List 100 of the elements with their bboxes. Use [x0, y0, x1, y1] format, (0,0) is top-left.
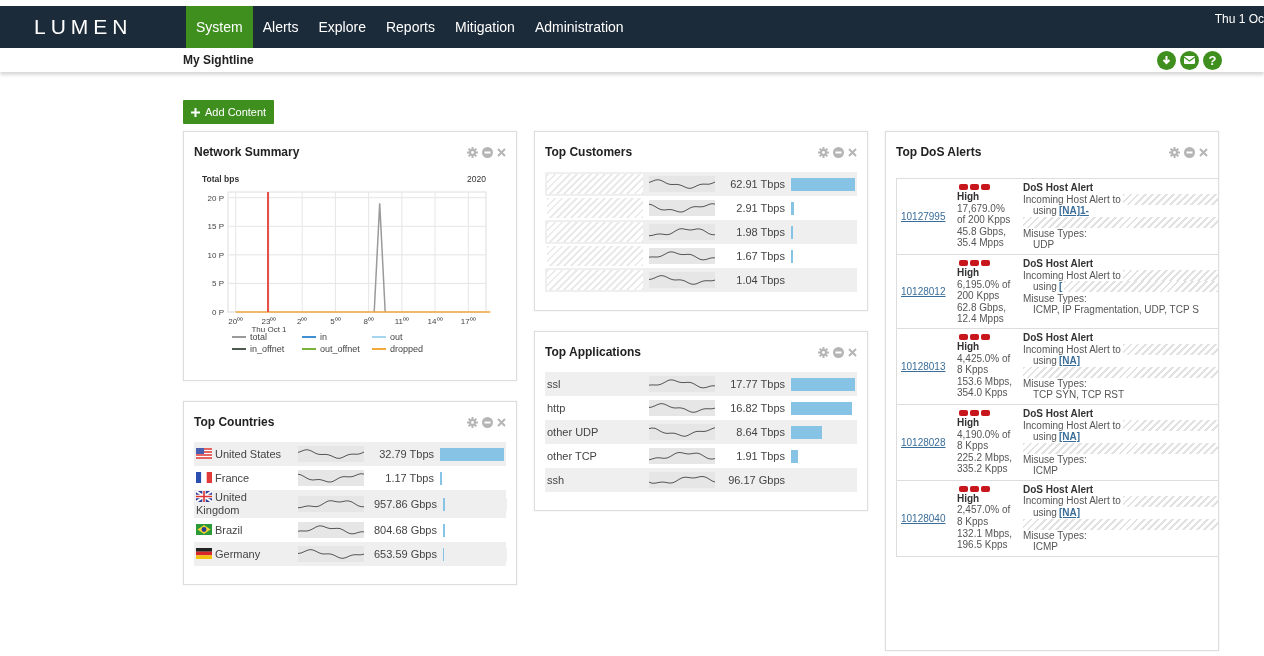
sparkline	[649, 200, 715, 216]
row-name: other TCP	[547, 449, 598, 463]
download-button[interactable]	[1157, 50, 1176, 70]
alert-target: Incoming Host Alert to	[1023, 269, 1121, 282]
nav-tab[interactable]: System	[186, 6, 253, 48]
flag-icon	[196, 447, 212, 459]
minimize-icon[interactable]	[833, 146, 844, 158]
row-value: 96.17 Gbps	[727, 474, 785, 486]
row-name: France	[196, 471, 292, 485]
widget-title: Top Customers	[545, 145, 633, 159]
alert-link[interactable]: [NA]	[1058, 431, 1080, 443]
minimize-icon[interactable]	[482, 416, 493, 428]
misuse-label: Misuse Types:	[1023, 227, 1088, 240]
alert-stat: 132.1 Mbps,	[957, 527, 1014, 540]
close-icon[interactable]	[848, 147, 857, 157]
severity-label: High	[957, 191, 981, 203]
alert-link[interactable]: [NA]	[1058, 355, 1080, 367]
widget-title: Network Summary	[194, 145, 300, 159]
misuse-label: Misuse Types:	[1023, 377, 1088, 390]
alert-id-link[interactable]: 10128012	[901, 285, 957, 298]
misuse-label: Misuse Types:	[1023, 529, 1088, 542]
alert-type: DoS Host Alert	[1023, 257, 1095, 270]
alert-link[interactable]: [	[1058, 281, 1063, 293]
minimize-icon[interactable]	[833, 346, 844, 358]
alert-stat: 8 Kpps	[957, 364, 990, 376]
close-icon[interactable]	[497, 417, 506, 427]
close-icon[interactable]	[848, 347, 857, 357]
alert-stat: 153.6 Mbps,	[957, 375, 1014, 388]
alert-stat: 335.2 Kpps	[957, 463, 1009, 475]
plus-icon	[191, 107, 200, 117]
sparkline	[649, 448, 715, 464]
close-icon[interactable]	[1199, 147, 1208, 157]
minimize-icon[interactable]	[482, 146, 493, 158]
sparkline	[298, 496, 364, 512]
row-name: http	[547, 401, 567, 415]
axis-title: Total bps	[202, 174, 240, 184]
settings-icon[interactable]	[467, 146, 478, 158]
axis-label: 0 P	[212, 308, 224, 317]
nav-tab[interactable]: Explore	[308, 6, 376, 48]
settings-icon[interactable]	[467, 416, 478, 428]
row-value: 1.04 Tbps	[735, 274, 785, 286]
misuse-label: Misuse Types:	[1023, 453, 1088, 466]
legend-label: out	[390, 332, 403, 342]
misuse-types: ICMP	[1032, 541, 1059, 553]
axis-label: 2⁰⁰	[296, 317, 308, 326]
envelope-icon	[1184, 56, 1195, 64]
alert-stat: 6,195.0% of	[957, 278, 1012, 291]
alert-stat: 200 Kpps	[957, 290, 1001, 302]
alert-stat: 4,190.0% of	[957, 428, 1012, 441]
alert-link[interactable]: [NA]1-	[1058, 205, 1089, 217]
widget-title: Top DoS Alerts	[896, 145, 982, 159]
nav-tab[interactable]: Alerts	[252, 6, 309, 48]
settings-icon[interactable]	[818, 346, 829, 358]
minimize-icon[interactable]	[1184, 146, 1195, 158]
axis-label: 8⁰⁰	[363, 317, 374, 326]
alert-stat: of 200 Kpps	[957, 214, 1012, 226]
alert-stat: 45.8 Gbps,	[957, 225, 1007, 238]
alert-id-link[interactable]: 10127995	[901, 210, 957, 223]
row-name: United States	[196, 447, 292, 461]
row-value: 653.59 Gbps	[374, 548, 437, 560]
row-value: 957.86 Gbps	[374, 498, 437, 510]
flag-icon	[196, 547, 212, 559]
mail-button[interactable]	[1180, 50, 1199, 70]
alert-link[interactable]: [NA]	[1058, 507, 1080, 519]
help-button[interactable]: ?	[1203, 50, 1222, 70]
nav-tab[interactable]: Mitigation	[445, 6, 525, 48]
settings-icon[interactable]	[1169, 146, 1180, 158]
year-label: 2020	[467, 174, 486, 184]
settings-icon[interactable]	[818, 146, 829, 158]
row-value: 1.67 Tbps	[735, 250, 785, 262]
alert-id-link[interactable]: 10128040	[901, 512, 957, 525]
severity-label: High	[957, 492, 981, 505]
row-value: 1.17 Tbps	[384, 472, 434, 484]
sparkline	[298, 446, 364, 462]
add-content-button[interactable]: Add Content	[183, 100, 275, 124]
flag-icon	[196, 523, 212, 535]
alert-type: DoS Host Alert	[1023, 182, 1095, 194]
legend-label: in_offnet	[250, 344, 285, 354]
sparkline	[649, 224, 715, 240]
row-name: Germany	[196, 547, 292, 561]
alert-stat: 62.8 Gbps,	[957, 301, 1007, 314]
misuse-types: ICMP, IP Fragmentation, UDP, TCP S	[1032, 304, 1200, 316]
using-label: using	[1033, 205, 1057, 217]
misuse-types: TCP SYN, TCP RST	[1032, 389, 1126, 401]
axis-label: 17⁰⁰	[460, 317, 476, 326]
alert-stat: 8 Kpps	[957, 440, 990, 452]
axis-label: 11⁰⁰	[394, 317, 409, 326]
alert-target: Incoming Host Alert to	[1023, 343, 1121, 356]
row-value: 8.64 Tbps	[735, 426, 785, 438]
close-icon[interactable]	[497, 147, 506, 157]
axis-label: 15 P	[207, 222, 224, 232]
alert-target: Incoming Host Alert to	[1023, 495, 1121, 508]
alert-target: Incoming Host Alert to	[1023, 419, 1121, 432]
nav-tab[interactable]: Administration	[524, 6, 634, 48]
alert-stat: 4,425.0% of	[957, 352, 1012, 365]
using-label: using	[1033, 507, 1057, 519]
alert-id-link[interactable]: 10128028	[901, 436, 957, 449]
nav-tab[interactable]: Reports	[375, 6, 445, 48]
row-value: 2.91 Tbps	[735, 202, 785, 214]
alert-id-link[interactable]: 10128013	[901, 360, 957, 373]
